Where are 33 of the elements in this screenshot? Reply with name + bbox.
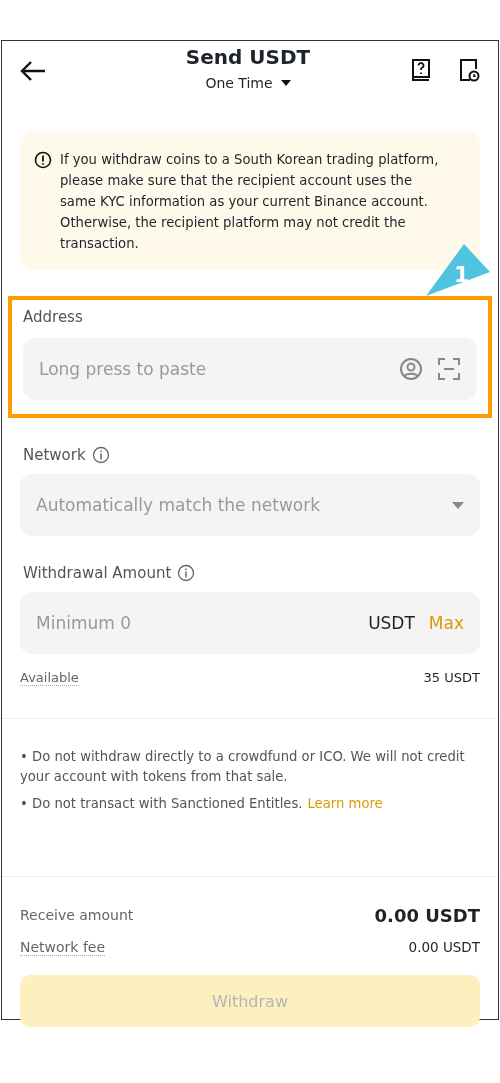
available-label: Available (20, 670, 79, 686)
history-icon[interactable] (458, 58, 480, 82)
info-icon[interactable] (91, 446, 110, 464)
scan-icon[interactable] (437, 357, 461, 381)
max-button[interactable]: Max (428, 613, 464, 633)
amount-label: Withdrawal Amount (23, 564, 172, 582)
caret-icon (452, 501, 464, 509)
contact-icon[interactable] (399, 357, 423, 381)
network-placeholder: Automatically match the network (36, 495, 322, 515)
summary-value: 0.00 USDT (408, 939, 480, 955)
amount-placeholder: Minimum 0 (36, 613, 132, 633)
address-label: Address (23, 308, 84, 326)
fee-label: Network fee (20, 938, 106, 956)
caret-icon (280, 80, 291, 86)
info-icon[interactable] (177, 564, 196, 582)
notice-text: If you withdraw coins to a South Korean trading platform, please make sure that the recipient account uses the same KYC information as your current Binance account. Otherwise, the recipient platform may not credit the transaction. (60, 151, 440, 253)
available-value: 35 USDT (423, 670, 480, 686)
address-placeholder: Long press to paste (39, 359, 208, 379)
back-arrow-icon[interactable] (20, 61, 46, 81)
summary-label: Receive amount (20, 907, 134, 923)
mode-dropdown[interactable]: One Time (205, 75, 291, 91)
learn-more-link[interactable]: Learn more (307, 796, 383, 811)
network-select[interactable]: Automatically match the network (20, 474, 480, 536)
amount-field[interactable]: Minimum 0 USDT Max (20, 592, 480, 654)
help-book-icon[interactable] (410, 58, 432, 82)
address-field[interactable]: Long press to paste (23, 338, 477, 400)
currency-unit: USDT (368, 613, 415, 633)
page-title: Send USDT (185, 45, 311, 69)
note-text: • Do not transact with Sanctioned Entitles. Learn more (20, 795, 384, 813)
network-label: Network (23, 446, 86, 464)
summary-value: 0.00 USDT (374, 904, 480, 926)
info-icon (34, 151, 52, 169)
note-text: • Do not withdraw directly to a crowdfund or ICO. We will not credit your account with tokens from that sale. (20, 748, 466, 786)
